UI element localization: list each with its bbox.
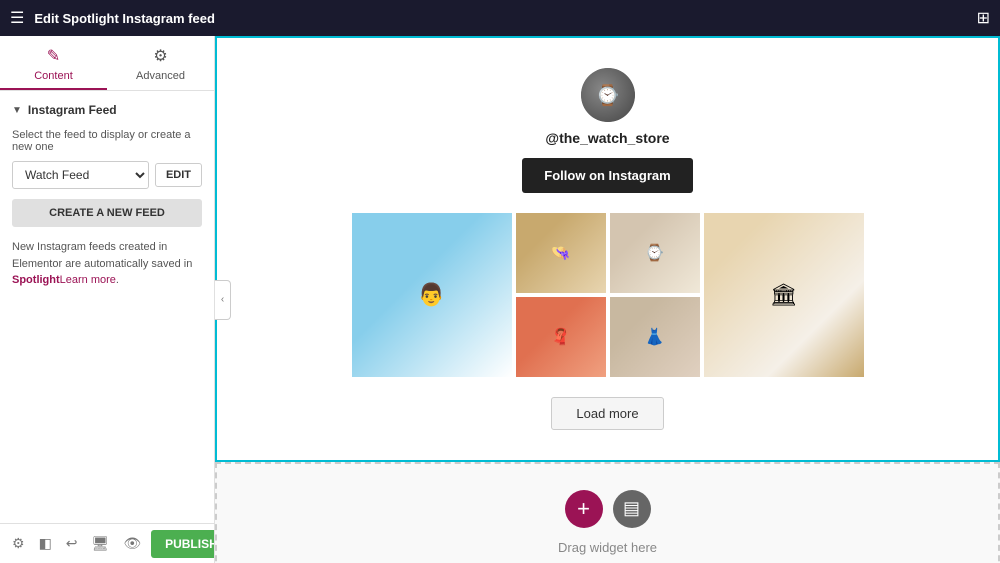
tab-advanced-label: Advanced bbox=[136, 70, 185, 82]
photo-cell-3: ⌚ bbox=[610, 213, 700, 293]
photo-4-image: 🏛 bbox=[704, 213, 864, 377]
content-tab-icon: ✎ bbox=[47, 46, 60, 66]
photo-3-image: ⌚ bbox=[610, 213, 700, 293]
username: @the_watch_store bbox=[545, 130, 669, 146]
settings-icon[interactable]: ⚙ bbox=[8, 531, 29, 556]
tab-content[interactable]: ✎ Content bbox=[0, 36, 107, 90]
section-title: Instagram Feed bbox=[28, 103, 117, 117]
learn-more-link[interactable]: Learn more bbox=[60, 274, 116, 286]
photo-cell-6: 👗 bbox=[610, 297, 700, 377]
sidebar-content: ▼ Instagram Feed Select the feed to disp… bbox=[0, 91, 214, 523]
photo-cell-2: 👒 bbox=[516, 213, 606, 293]
widget-inner: ⌚ @the_watch_store Follow on Instagram 👨… bbox=[217, 38, 998, 460]
section-header: ▼ Instagram Feed bbox=[12, 103, 202, 117]
main-layout: ✎ Content ⚙ Advanced ▼ Instagram Feed Se… bbox=[0, 36, 1000, 563]
grid-icon[interactable]: ⊞ bbox=[977, 8, 990, 28]
folder-icon[interactable]: ▤ bbox=[613, 490, 651, 528]
photo-6-image: 👗 bbox=[610, 297, 700, 377]
avatar-image: ⌚ bbox=[581, 68, 635, 122]
photo-2-image: 👒 bbox=[516, 213, 606, 293]
tab-advanced[interactable]: ⚙ Advanced bbox=[107, 36, 214, 90]
publish-button[interactable]: PUBLISH bbox=[151, 530, 215, 558]
photo-cell-4: 🏛 bbox=[704, 213, 864, 377]
feed-select-label: Select the feed to display or create a n… bbox=[12, 129, 202, 153]
add-widget-button[interactable]: + bbox=[565, 490, 603, 528]
photo-cell-5: 🧣 bbox=[516, 297, 606, 377]
undo-icon[interactable]: ↩ bbox=[62, 531, 82, 556]
top-bar: ☰ Edit Spotlight Instagram feed ⊞ bbox=[0, 0, 1000, 36]
load-more-button[interactable]: Load more bbox=[551, 397, 663, 430]
feed-select[interactable]: Watch Feed bbox=[12, 161, 149, 189]
menu-icon[interactable]: ☰ bbox=[10, 8, 24, 28]
drop-zone-icons: + ▤ bbox=[565, 490, 651, 528]
sidebar: ✎ Content ⚙ Advanced ▼ Instagram Feed Se… bbox=[0, 36, 215, 563]
feed-select-row: Watch Feed EDIT bbox=[12, 161, 202, 189]
advanced-tab-icon: ⚙ bbox=[153, 46, 167, 66]
widget-section: ⌚ @the_watch_store Follow on Instagram 👨… bbox=[215, 36, 1000, 462]
eye-icon[interactable]: 👁 bbox=[119, 531, 145, 556]
top-bar-title: Edit Spotlight Instagram feed bbox=[34, 11, 966, 26]
info-text: New Instagram feeds created in Elementor… bbox=[12, 239, 202, 289]
sidebar-collapse-handle[interactable]: ‹ bbox=[215, 280, 231, 320]
edit-button[interactable]: EDIT bbox=[155, 163, 202, 187]
canvas: ⌚ @the_watch_store Follow on Instagram 👨… bbox=[215, 36, 1000, 563]
avatar: ⌚ bbox=[581, 68, 635, 122]
section-arrow: ▼ bbox=[12, 105, 22, 116]
photo-5-image: 🧣 bbox=[516, 297, 606, 377]
create-feed-button[interactable]: CREATE A NEW FEED bbox=[12, 199, 202, 227]
sidebar-tabs: ✎ Content ⚙ Advanced bbox=[0, 36, 214, 91]
info-text-before: New Instagram feeds created in Elementor… bbox=[12, 241, 192, 270]
tab-content-label: Content bbox=[34, 70, 73, 82]
drop-zone-text: Drag widget here bbox=[558, 540, 657, 555]
photo-1-image: 👨 bbox=[352, 213, 512, 377]
photo-cell-1: 👨 bbox=[352, 213, 512, 377]
follow-button[interactable]: Follow on Instagram bbox=[522, 158, 692, 193]
spotlight-label: Spotlight bbox=[12, 274, 60, 286]
drop-zone: + ▤ Drag widget here bbox=[215, 462, 1000, 563]
layers-icon[interactable]: ◧ bbox=[35, 531, 56, 556]
photo-grid: 👨 👒 ⌚ 🏛 🧣 bbox=[352, 213, 864, 377]
sidebar-bottom: ⚙ ◧ ↩ 🖥 👁 PUBLISH ▼ bbox=[0, 523, 214, 563]
desktop-icon[interactable]: 🖥 bbox=[88, 531, 114, 556]
